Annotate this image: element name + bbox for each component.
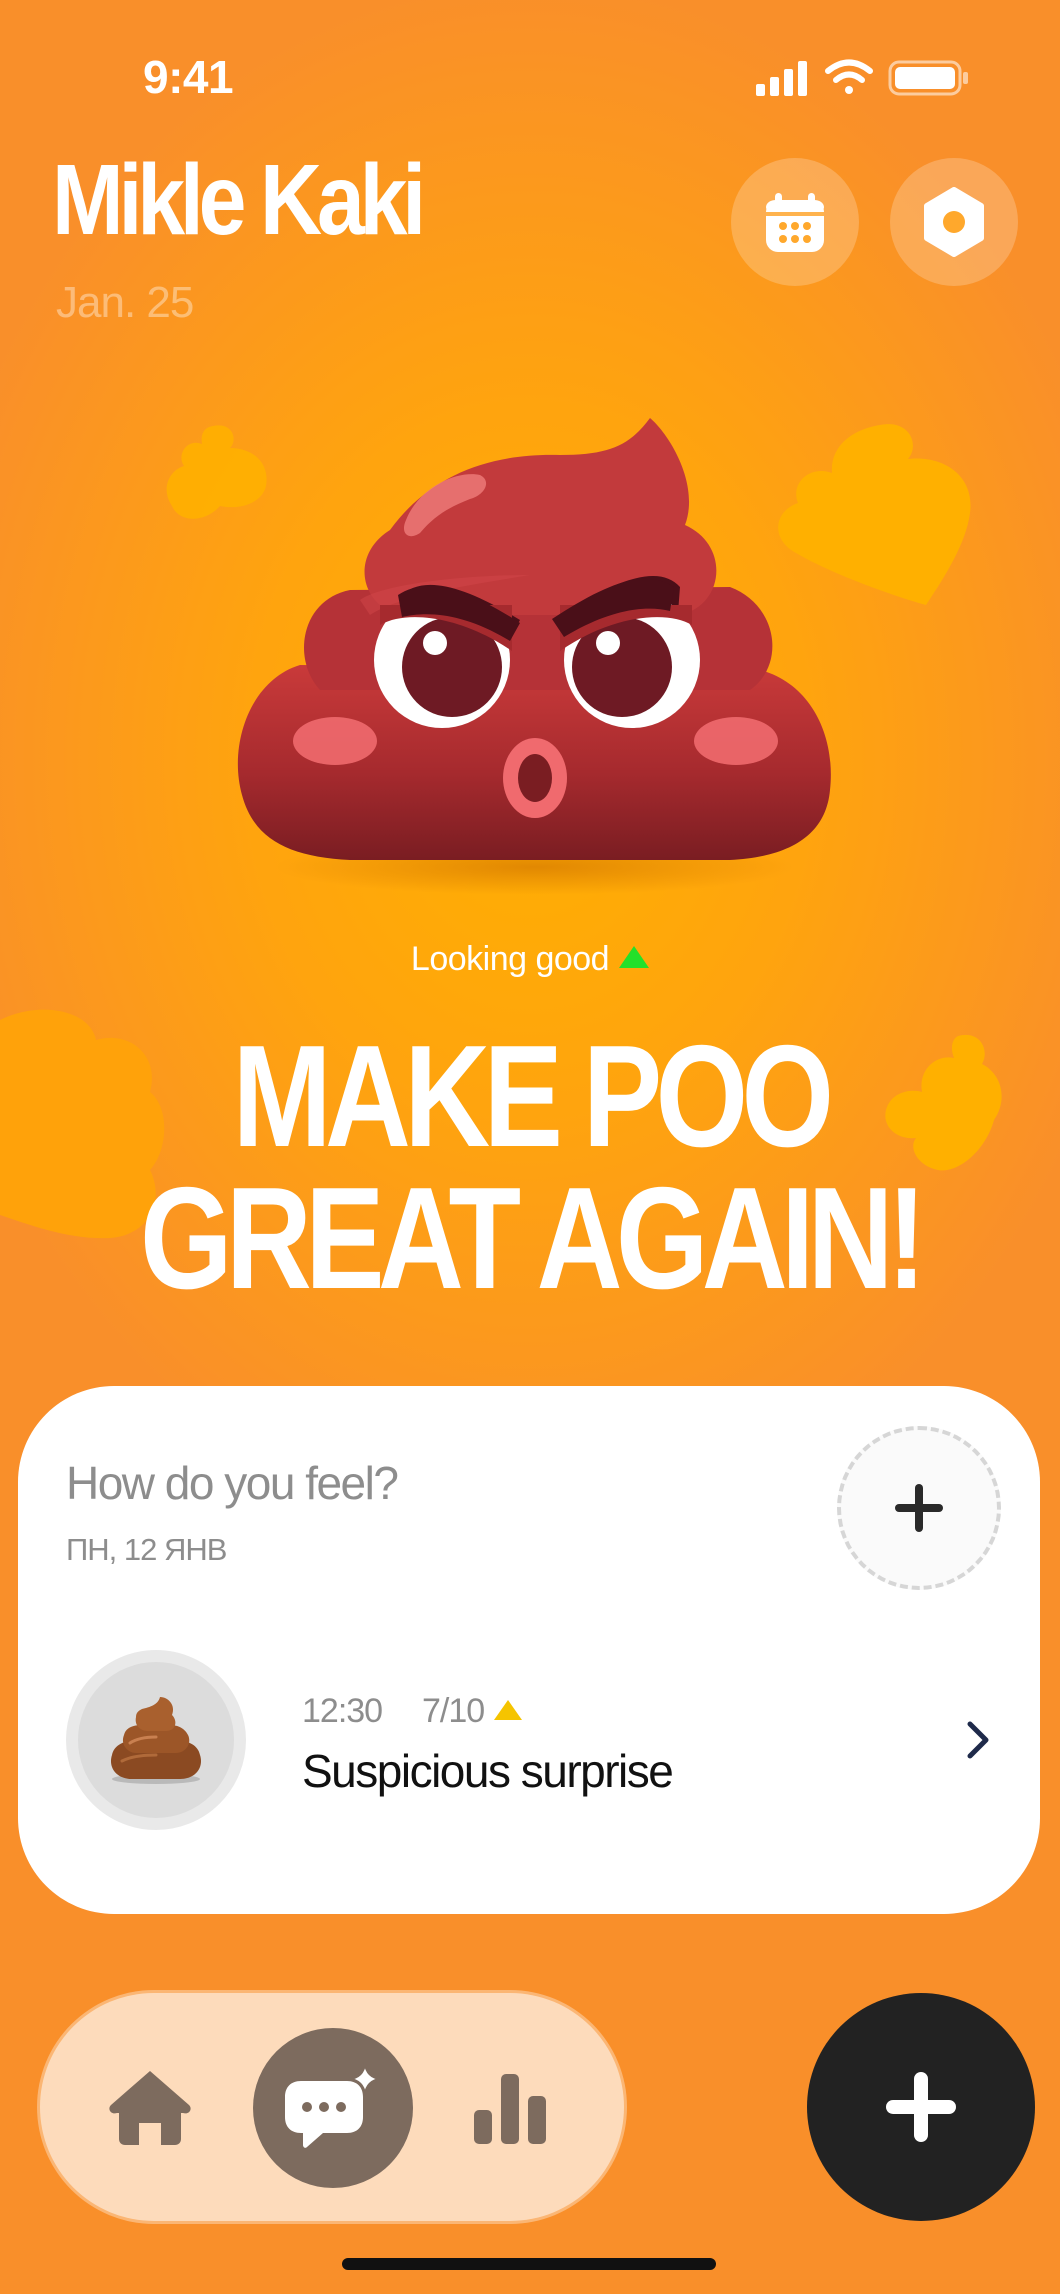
entry-avatar (66, 1650, 246, 1830)
entry-list-item[interactable]: 12:30 7/10 Suspicious surprise (66, 1650, 1006, 1830)
headline-line-1: MAKE POO (232, 1015, 834, 1177)
tab-home[interactable] (90, 1993, 210, 2221)
wifi-icon (825, 59, 873, 94)
entry-title: Suspicious surprise (302, 1745, 674, 1797)
plus-icon (895, 1484, 943, 1532)
headline: MAKE POO GREAT AGAIN! (0, 1015, 1060, 1320)
status-bar: 9:41 (0, 0, 1060, 150)
add-entry-button[interactable] (837, 1426, 1001, 1590)
status-time: 9:41 (143, 51, 234, 103)
chevron-right-icon (967, 1721, 989, 1759)
trend-up-icon (619, 946, 650, 968)
gear-icon (924, 187, 984, 257)
user-name: Mikle Kaki (52, 144, 426, 256)
calendar-button[interactable] (731, 158, 859, 286)
score-trend-icon (494, 1700, 523, 1720)
poop-emoji-icon (110, 1697, 202, 1784)
status-icons (756, 59, 968, 96)
headline-line-2: GREAT AGAIN! (140, 1157, 927, 1320)
add-fab-button[interactable] (807, 1993, 1035, 2221)
stats-icon (474, 2074, 546, 2144)
home-icon (109, 2071, 191, 2145)
entry-score: 7/10 (422, 1692, 523, 1731)
entry-time: 12:30 (302, 1692, 383, 1730)
mood-status-text: Looking good (410, 940, 610, 978)
calendar-icon (766, 193, 824, 252)
feel-card-title: How do you feel? (66, 1457, 399, 1509)
chat-sparkle-icon (285, 2063, 381, 2148)
current-date: Jan. 25 (56, 278, 194, 327)
plus-icon (886, 2072, 956, 2142)
feel-card-date: ПН, 12 ЯНВ (66, 1532, 227, 1567)
home-indicator[interactable] (342, 2258, 716, 2270)
tab-chat[interactable] (253, 2028, 413, 2188)
angry-poop-mascot (237, 418, 831, 895)
battery-icon (888, 60, 968, 96)
entry-score-value: 7/10 (422, 1692, 485, 1730)
tab-bar (40, 1993, 624, 2221)
signal-icon (756, 61, 807, 96)
tab-stats[interactable] (450, 1993, 570, 2221)
mood-status: Looking good (0, 940, 1060, 979)
feel-card: How do you feel? ПН, 12 ЯНВ 12:30 7/10 S… (18, 1386, 1040, 1914)
settings-button[interactable] (890, 158, 1018, 286)
